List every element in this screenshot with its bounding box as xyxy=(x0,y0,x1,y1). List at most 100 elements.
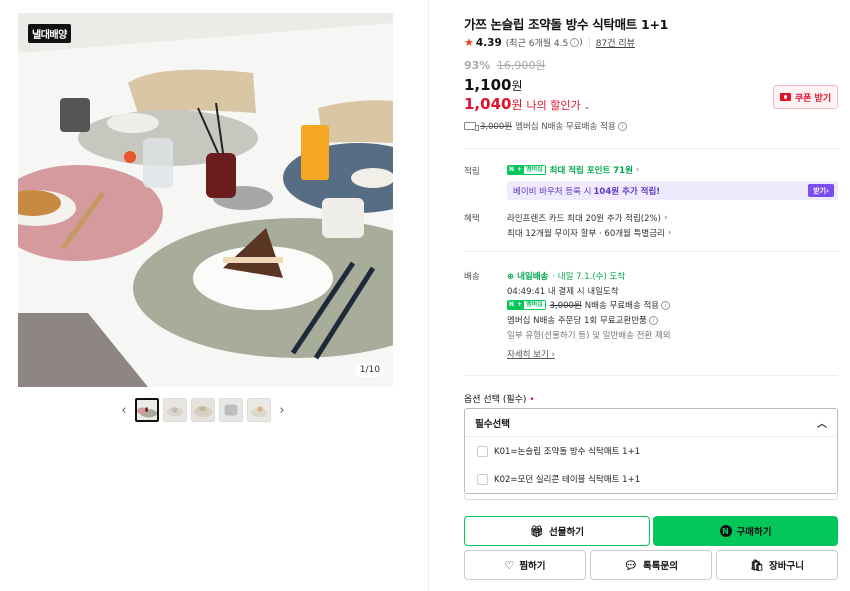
discount-percent: 93% xyxy=(464,59,491,72)
delivery-tomorrow-row: ⊕ 내일배송 · 내일 7.1.(수) 도착 xyxy=(507,270,625,282)
buy-button[interactable]: N 구매하기 xyxy=(653,516,838,546)
option-item-label: K01=논슬립 조약돌 방수 식탁매트 1+1 xyxy=(494,447,641,457)
npay-membership-badge: N + 멤버십 xyxy=(507,300,546,310)
points-text: 최대 적립 포인트 71원 xyxy=(549,166,633,176)
review-count-link[interactable]: 87건 리뷰 xyxy=(596,36,635,49)
divider xyxy=(464,251,838,252)
cart-button-label: 장바구니 xyxy=(769,561,804,572)
coupon-button[interactable]: 쿠폰 받기 xyxy=(773,85,838,109)
rating-row: ★ 4.39 (최근 6개월 4.5 i ) | 87건 리뷰 xyxy=(464,36,635,49)
gift-button-label: 선물하기 xyxy=(549,527,584,538)
thumbnail-5-image xyxy=(248,399,270,421)
product-info-panel: 가쯔 논슬립 조약돌 방수 식탁매트 1+1 ★ 4.39 (최근 6개월 4.… xyxy=(464,0,838,591)
delivery-shipping-text: N배송 무료배송 적용 xyxy=(584,301,660,311)
chevron-down-icon: ⌄ xyxy=(583,102,591,111)
delivery-detail-link[interactable]: 자세히 보기 › xyxy=(507,348,555,360)
buy-button-label: 구매하기 xyxy=(736,527,772,538)
cart-icon: 🛍︎ xyxy=(750,558,764,572)
option-checkbox[interactable] xyxy=(477,473,488,485)
gift-button[interactable]: 🎁︎ 선물하기 xyxy=(464,516,650,546)
shipping-text: 멤버십 N배송 무료배송 적용 xyxy=(515,122,616,132)
product-title: 가쯔 논슬립 조약돌 방수 식탁매트 1+1 xyxy=(464,17,669,32)
heart-icon: ♡ xyxy=(504,558,515,572)
tomorrow-date: · 내일 7.1.(수) 도착 xyxy=(552,272,626,282)
thumbnail-4[interactable] xyxy=(219,398,243,422)
my-discount-price[interactable]: 1,040 원 나의 할인가 ⌄ xyxy=(464,95,590,113)
points-row[interactable]: N + 멤버십 최대 적립 포인트 71원 › xyxy=(507,164,640,176)
talktalk-button[interactable]: 💬︎ 톡톡문의 xyxy=(590,550,712,580)
cart-button[interactable]: 🛍︎ 장바구니 xyxy=(716,550,838,580)
info-icon[interactable]: i xyxy=(648,315,658,325)
thumbnail-prev-button[interactable]: ‹ xyxy=(117,400,131,420)
thumbnail-strip: ‹ › xyxy=(117,397,289,423)
npay-membership-badge: N + 멤버십 xyxy=(507,165,546,175)
rating-note: (최근 6개월 4.5 xyxy=(505,39,569,49)
product-photo[interactable] xyxy=(18,13,393,387)
divider xyxy=(464,375,838,376)
column-divider xyxy=(428,0,429,591)
delivery-exclusion: 일부 유형(선물하기 등) 및 일반배송 전환 제외 xyxy=(507,331,671,341)
my-price-value: 1,040 xyxy=(464,95,512,113)
badge-membership: 멤버십 xyxy=(523,165,546,175)
image-counter: 1/10 xyxy=(354,363,385,377)
option-item[interactable]: K01=논슬립 조약돌 방수 식탁매트 1+1 xyxy=(465,437,837,465)
delivery-label: 배송 xyxy=(464,272,480,282)
voucher-promo-bar[interactable]: 베이비 바우처 등록 시 104원 추가 적립! 받기 › xyxy=(507,181,838,200)
truck-icon xyxy=(464,122,479,131)
wishlist-button[interactable]: ♡ 찜하기 xyxy=(464,550,586,580)
badge-membership: 멤버십 xyxy=(523,300,546,310)
price-unit: 원 xyxy=(511,79,523,93)
option-select-title: 필수선택 xyxy=(475,418,510,430)
option-select-header[interactable]: 필수선택 ︿ xyxy=(465,409,837,437)
perk-card-row[interactable]: 라인프렌즈 카드 최대 20원 추가 적립(2%) › xyxy=(507,212,668,224)
chevron-up-icon[interactable]: ︿ xyxy=(817,415,827,430)
promo-receive-button[interactable]: 받기 › xyxy=(808,184,834,197)
required-mark: • xyxy=(529,395,535,405)
product-photo-illustration xyxy=(18,13,393,387)
delivery-deadline: 04:49:41 내 결제 시 내일도착 xyxy=(507,287,619,297)
promo-button-label: 받기 xyxy=(813,186,827,195)
thumbnail-2-image xyxy=(164,399,186,421)
product-gallery[interactable]: 낼대배양 1/10 xyxy=(18,13,393,387)
option-item[interactable]: K02=모던 실리콘 테이블 식탁매트 1+1 xyxy=(465,465,837,493)
rating-note-end: ) xyxy=(579,37,583,48)
my-price-unit: 원 xyxy=(511,98,523,112)
option-label: 옵션 선택 (필수) • xyxy=(464,392,535,405)
info-icon[interactable]: i xyxy=(617,121,627,131)
coupon-icon xyxy=(779,93,791,101)
star-icon: ★ xyxy=(464,36,474,49)
price-value: 1,100 xyxy=(464,76,512,94)
shipping-summary: 3,000원 멤버십 N배송 무료배송 적용 i xyxy=(464,120,627,132)
points-label: 적립 xyxy=(464,167,480,177)
perk-installment-text: 최대 12개월 무이자 할부 · 60개월 특별금리 xyxy=(507,229,665,239)
option-checkbox[interactable] xyxy=(477,445,488,457)
coupon-button-label: 쿠폰 받기 xyxy=(794,93,832,104)
perk-installment-row[interactable]: 최대 12개월 무이자 할부 · 60개월 특별금리 › xyxy=(507,227,671,239)
my-discount-label: 나의 할인가 xyxy=(526,99,581,112)
divider xyxy=(464,148,838,149)
delivery-exchange-row: 멤버십 N배송 주문당 1회 무료교환반품 i xyxy=(507,314,658,326)
option-label-text: 옵션 선택 (필수) xyxy=(464,395,527,405)
perk-card-text: 라인프렌즈 카드 최대 20원 추가 적립(2%) xyxy=(507,214,661,224)
info-icon[interactable]: i xyxy=(661,300,671,310)
thumbnail-4-image xyxy=(220,399,242,421)
tomorrow-delivery-badge: ⊕ 내일배송 xyxy=(507,272,549,282)
badge-plus: + xyxy=(516,300,524,310)
option-select[interactable]: 필수선택 ︿ K01=논슬립 조약돌 방수 식탁매트 1+1 K02=모던 실리… xyxy=(464,408,838,494)
thumbnail-1-image xyxy=(137,400,157,420)
info-icon[interactable]: i xyxy=(570,38,580,47)
thumbnail-3[interactable] xyxy=(191,398,215,422)
shipping-original-fee: 3,000원 xyxy=(480,122,513,132)
chevron-right-icon: › xyxy=(663,213,668,223)
npay-logo-icon: N xyxy=(719,525,732,537)
thumbnail-1[interactable] xyxy=(135,398,159,422)
thumbnail-3-image xyxy=(192,399,214,421)
exchange-text: 멤버십 N배송 주문당 1회 무료교환반품 xyxy=(507,316,647,326)
separator: | xyxy=(587,37,591,48)
thumbnail-next-button[interactable]: › xyxy=(275,400,289,420)
promo-amount: 104원 추가 적립! xyxy=(593,186,661,197)
delivery-shipping-row: N + 멤버십 3,000원 N배송 무료배송 적용 i xyxy=(507,299,671,311)
wishlist-button-label: 찜하기 xyxy=(519,561,546,572)
thumbnail-2[interactable] xyxy=(163,398,187,422)
thumbnail-5[interactable] xyxy=(247,398,271,422)
